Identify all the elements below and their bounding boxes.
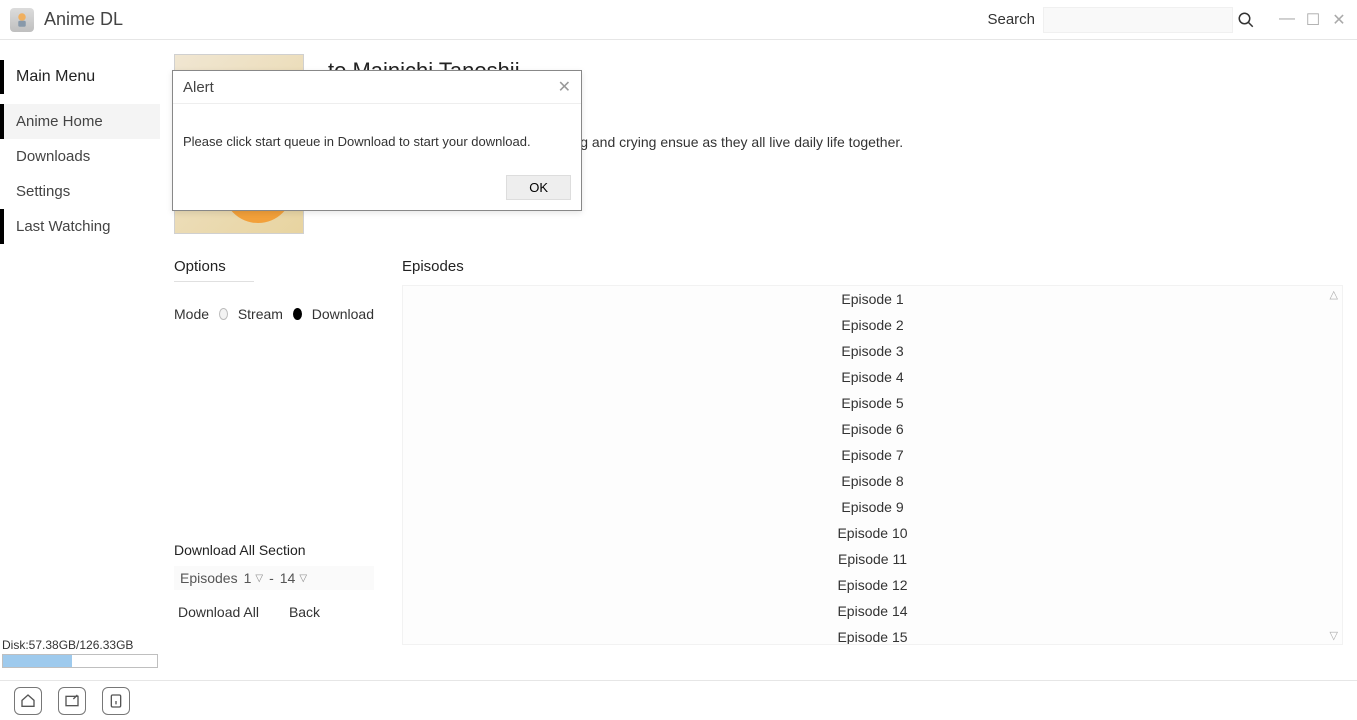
scroll-down-icon[interactable]: ▽: [1330, 629, 1338, 642]
minimize-icon[interactable]: —: [1279, 10, 1295, 30]
list-item[interactable]: Episode 11: [403, 546, 1342, 572]
options-header: Options: [174, 258, 254, 282]
browser-icon[interactable]: [58, 687, 86, 715]
list-item[interactable]: Episode 3: [403, 338, 1342, 364]
list-item[interactable]: Episode 10: [403, 520, 1342, 546]
sidebar-item-anime-home[interactable]: Anime Home: [0, 104, 160, 139]
sidebar-item-label: Downloads: [16, 148, 90, 165]
alert-dialog: Alert ✕ Please click start queue in Down…: [172, 70, 582, 211]
mode-label: Mode: [174, 306, 209, 322]
episodes-label: Episodes: [180, 570, 238, 586]
download-all-section-header: Download All Section: [174, 542, 374, 558]
radio-stream[interactable]: [219, 308, 228, 320]
download-label: Download: [312, 306, 374, 322]
stream-label: Stream: [238, 306, 283, 322]
back-button[interactable]: Back: [289, 604, 320, 620]
titlebar: Anime DL Search — ☐ ✕: [0, 0, 1357, 40]
episodes-header: Episodes: [402, 258, 1343, 275]
sidebar-item-downloads[interactable]: Downloads: [0, 139, 160, 174]
home-icon[interactable]: [14, 687, 42, 715]
range-from-spinner[interactable]: 1▽: [244, 570, 264, 586]
list-item[interactable]: Episode 12: [403, 572, 1342, 598]
list-item[interactable]: Episode 7: [403, 442, 1342, 468]
search-input[interactable]: [1050, 12, 1226, 27]
episodes-list[interactable]: △ Episode 1 Episode 2 Episode 3 Episode …: [402, 285, 1343, 645]
list-item[interactable]: Episode 8: [403, 468, 1342, 494]
options-panel: Options Mode Stream Download Download Al…: [174, 258, 374, 645]
list-item[interactable]: Episode 1: [403, 286, 1342, 312]
app-icon: [10, 8, 34, 32]
list-item[interactable]: Episode 9: [403, 494, 1342, 520]
maximize-icon[interactable]: ☐: [1305, 10, 1321, 30]
close-icon[interactable]: ✕: [1331, 10, 1347, 30]
chevron-down-icon[interactable]: ▽: [299, 573, 307, 584]
dialog-title: Alert: [183, 79, 214, 96]
close-icon[interactable]: ✕: [558, 77, 571, 97]
sidebar-item-last-watching[interactable]: Last Watching: [0, 209, 160, 244]
list-item[interactable]: Episode 5: [403, 390, 1342, 416]
episode-range: Episodes 1▽ - 14▽: [174, 566, 374, 590]
episodes-panel: Episodes △ Episode 1 Episode 2 Episode 3…: [402, 258, 1357, 645]
disk-usage: Disk:57.38GB/126.33GB: [0, 638, 160, 680]
search-box[interactable]: [1043, 7, 1233, 33]
list-item[interactable]: Episode 2: [403, 312, 1342, 338]
disk-bar: [2, 654, 158, 668]
list-item[interactable]: Episode 15: [403, 624, 1342, 645]
search-label: Search: [987, 11, 1035, 28]
download-all-button[interactable]: Download All: [178, 604, 259, 620]
radio-download[interactable]: [293, 308, 302, 320]
sidebar-item-label: Last Watching: [16, 218, 111, 235]
bottombar: [0, 680, 1357, 720]
info-icon[interactable]: [102, 687, 130, 715]
chevron-down-icon[interactable]: ▽: [255, 573, 263, 584]
sidebar-item-label: Settings: [16, 183, 70, 200]
range-to-spinner[interactable]: 14▽: [280, 570, 307, 586]
sidebar-item-settings[interactable]: Settings: [0, 174, 160, 209]
range-separator: -: [269, 570, 274, 586]
window-controls: — ☐ ✕: [1279, 10, 1347, 30]
app-title: Anime DL: [44, 9, 123, 30]
ok-button[interactable]: OK: [506, 175, 571, 200]
search-icon[interactable]: [1233, 7, 1259, 33]
list-item[interactable]: Episode 14: [403, 598, 1342, 624]
scroll-up-icon[interactable]: △: [1330, 288, 1338, 301]
dialog-message: Please click start queue in Download to …: [173, 104, 581, 169]
sidebar-header: Main Menu: [0, 60, 160, 94]
disk-text: Disk:57.38GB/126.33GB: [2, 638, 158, 652]
sidebar: Main Menu Anime Home Downloads Settings …: [0, 40, 160, 680]
list-item[interactable]: Episode 6: [403, 416, 1342, 442]
sidebar-item-label: Anime Home: [16, 113, 103, 130]
list-item[interactable]: Episode 4: [403, 364, 1342, 390]
